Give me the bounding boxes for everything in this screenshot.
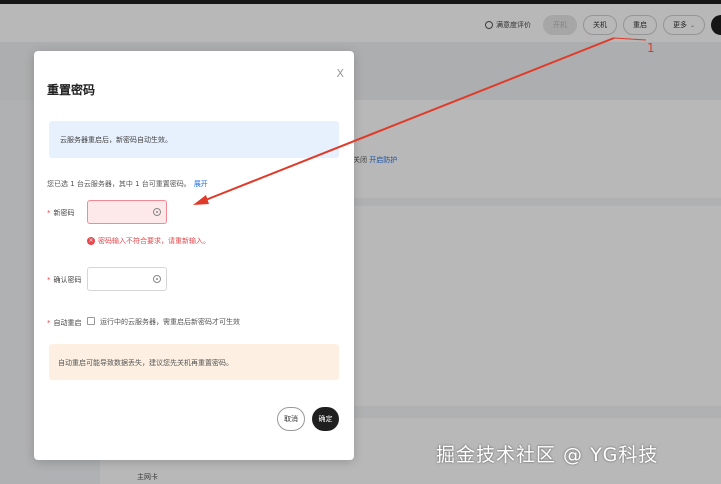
annotation-arrow [193, 37, 647, 205]
arrow-head [193, 195, 209, 205]
watermark: 掘金技术社区 @ YG科技 [436, 444, 659, 466]
arrow-tail [613, 37, 647, 41]
arrow-line [202, 37, 615, 202]
annotation-number: 1 [647, 41, 655, 55]
